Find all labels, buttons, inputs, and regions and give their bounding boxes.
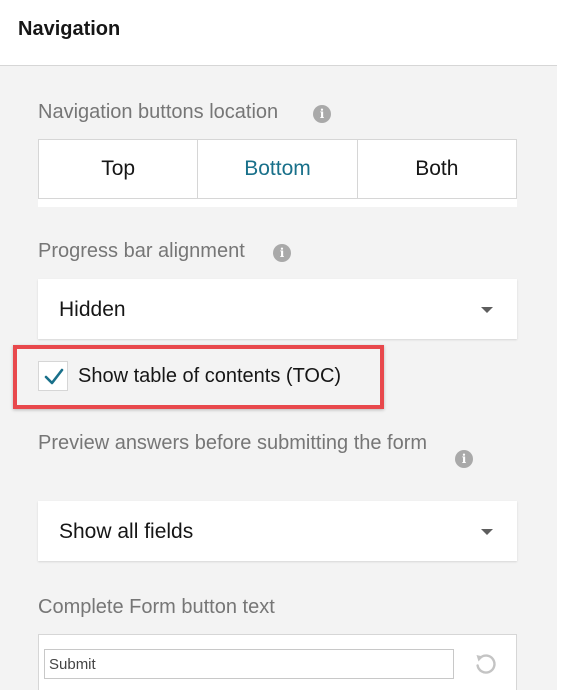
preview-answers-dropdown[interactable]: Show all fields bbox=[38, 501, 517, 561]
toc-checkbox-row[interactable]: Show table of contents (TOC) bbox=[38, 360, 341, 392]
check-icon bbox=[44, 368, 64, 385]
preview-answers-value: Show all fields bbox=[59, 520, 194, 543]
info-icon[interactable]: i bbox=[455, 450, 473, 468]
info-icon[interactable]: i bbox=[273, 244, 291, 262]
reset-icon[interactable] bbox=[473, 651, 499, 677]
progress-bar-value: Hidden bbox=[59, 298, 126, 321]
button-group-underline bbox=[38, 199, 517, 207]
option-both-button[interactable]: Both bbox=[358, 140, 516, 198]
progress-bar-dropdown[interactable]: Hidden bbox=[38, 279, 517, 339]
chevron-down-icon bbox=[481, 529, 493, 535]
toc-checkbox-label: Show table of contents (TOC) bbox=[78, 364, 342, 387]
option-bottom-button[interactable]: Bottom bbox=[198, 140, 358, 198]
panel-header: Navigation bbox=[0, 0, 557, 66]
navigation-buttons-group: Top Bottom Both bbox=[38, 139, 517, 199]
right-edge bbox=[557, 0, 563, 690]
complete-form-label: Complete Form button text bbox=[38, 596, 275, 618]
complete-form-editor bbox=[38, 634, 517, 690]
chevron-down-icon bbox=[481, 307, 493, 313]
preview-answers-label: Preview answers before submitting the fo… bbox=[38, 432, 428, 454]
toc-checkbox[interactable] bbox=[38, 361, 68, 391]
progress-bar-label: Progress bar alignment bbox=[38, 240, 245, 262]
info-icon[interactable]: i bbox=[313, 105, 331, 123]
complete-form-text-input[interactable] bbox=[44, 649, 454, 679]
option-top-button[interactable]: Top bbox=[39, 140, 199, 198]
page-title: Navigation bbox=[18, 18, 121, 40]
navigation-buttons-label: Navigation buttons location bbox=[38, 101, 279, 123]
